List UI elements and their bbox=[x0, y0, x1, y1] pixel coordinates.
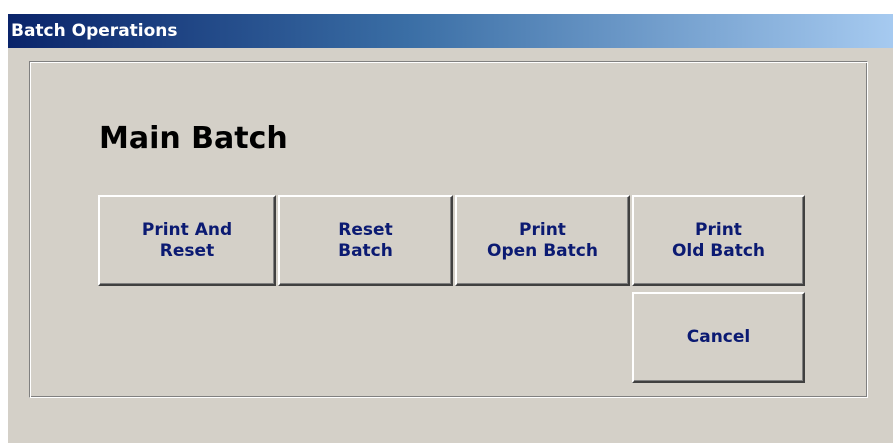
print-open-batch-button[interactable]: Print Open Batch bbox=[455, 195, 630, 286]
title-bar[interactable]: Batch Operations bbox=[8, 14, 893, 48]
window-title: Batch Operations bbox=[11, 21, 178, 41]
cancel-label: Cancel bbox=[686, 327, 751, 347]
group-heading: Main Batch bbox=[99, 121, 288, 156]
reset-batch-label: Reset Batch bbox=[338, 219, 393, 261]
print-old-batch-label: Print Old Batch bbox=[671, 219, 766, 261]
print-and-reset-label: Print And Reset bbox=[141, 219, 233, 261]
print-old-batch-button[interactable]: Print Old Batch bbox=[632, 195, 805, 286]
print-open-batch-label: Print Open Batch bbox=[487, 219, 598, 261]
cancel-button[interactable]: Cancel bbox=[632, 292, 805, 383]
print-and-reset-button[interactable]: Print And Reset bbox=[98, 195, 276, 286]
reset-batch-button[interactable]: Reset Batch bbox=[278, 195, 453, 286]
